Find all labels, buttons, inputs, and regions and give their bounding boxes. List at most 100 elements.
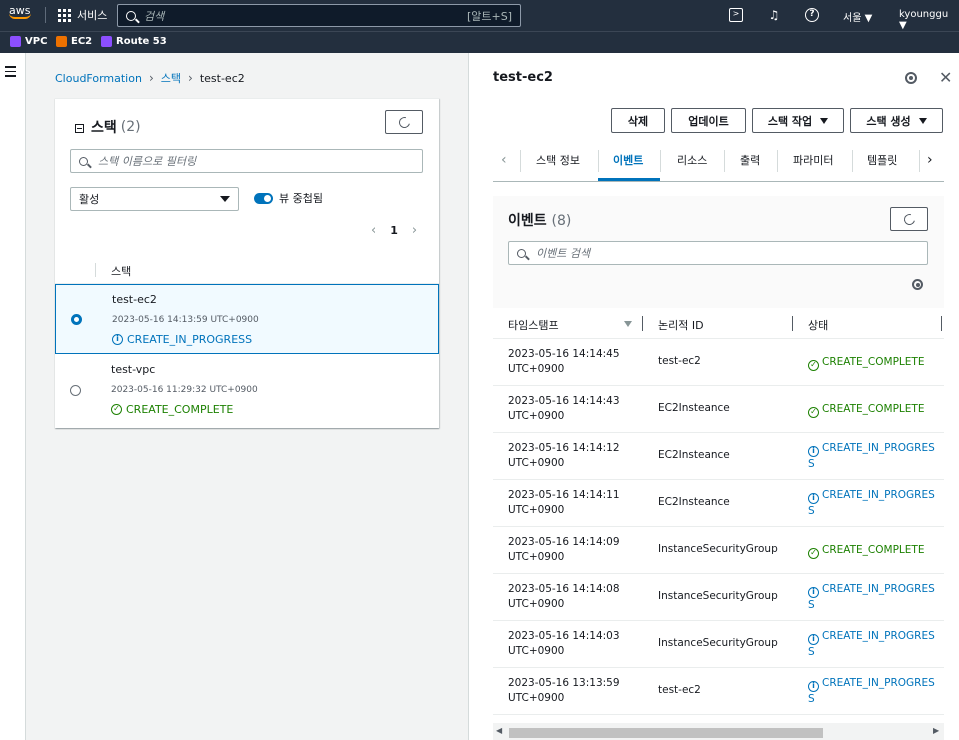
event-row: 2023-05-16 14:14:12 UTC+0900 EC2Insteance… xyxy=(493,433,944,480)
event-timestamp: 2023-05-16 14:14:03 UTC+0900 xyxy=(508,630,620,657)
favorite-vpc[interactable]: VPC xyxy=(10,36,47,47)
event-timestamp: 2023-05-16 14:14:43 UTC+0900 xyxy=(508,395,620,422)
table-settings-gear-icon[interactable] xyxy=(912,279,923,290)
cloudshell-icon[interactable]: > xyxy=(729,8,743,22)
help-icon[interactable]: ? xyxy=(805,8,819,22)
column-header-status[interactable]: 상태 xyxy=(808,317,828,333)
tab-parameters[interactable]: 파라미터 xyxy=(793,152,833,168)
stacks-panel: 스택 (2) 스택 이름으로 필터링 활성 뷰 중첩됨 ‹ 1 › 스택 tes… xyxy=(55,98,439,428)
collapse-icon[interactable] xyxy=(75,124,84,133)
event-row: 2023-05-16 14:14:08 UTC+0900 InstanceSecu… xyxy=(493,574,944,621)
event-row: 2023-05-16 14:14:45 UTC+0900 test-ec2 ✓ CR… xyxy=(493,339,944,386)
scrollbar-thumb[interactable] xyxy=(509,728,823,738)
stack-status: ✓ CREATE_COMPLETE xyxy=(111,403,233,416)
pagination: ‹ 1 › xyxy=(371,223,417,238)
nested-view-label: 뷰 중첩됨 xyxy=(279,192,323,205)
events-table-header: 타임스탬프 논리적 ID 상태 xyxy=(493,308,944,339)
stack-filter-input[interactable]: 스택 이름으로 필터링 xyxy=(70,149,423,173)
event-timestamp: 2023-05-16 14:14:45 UTC+0900 xyxy=(508,348,620,375)
info-status-icon: i xyxy=(808,587,819,598)
event-timestamp: 2023-05-16 14:14:09 UTC+0900 xyxy=(508,536,620,563)
event-status: i CREATE_IN_PROGRES S xyxy=(808,677,935,705)
tabs-scroll-left-icon[interactable]: ‹ xyxy=(501,152,507,168)
event-status: i CREATE_IN_PROGRES S xyxy=(808,489,935,517)
nested-view-toggle[interactable] xyxy=(254,192,273,204)
preferences-gear-icon[interactable] xyxy=(905,72,917,84)
page-number[interactable]: 1 xyxy=(390,224,398,237)
event-status: i CREATE_IN_PROGRES S xyxy=(808,583,935,611)
info-status-icon: i xyxy=(808,681,819,692)
stacks-table-header: 스택 xyxy=(55,256,439,284)
events-count: (8) xyxy=(551,213,572,229)
events-search-input[interactable]: 이벤트 검색 xyxy=(508,241,928,265)
event-row: 2023-05-16 14:14:09 UTC+0900 InstanceSecu… xyxy=(493,527,944,574)
breadcrumb-cloudformation[interactable]: CloudFormation xyxy=(55,72,142,85)
column-header-timestamp[interactable]: 타임스탬프 xyxy=(508,317,559,333)
tab-outputs[interactable]: 출력 xyxy=(740,152,760,168)
hamburger-menu-icon[interactable] xyxy=(5,66,16,80)
stack-status-select[interactable]: 활성 xyxy=(70,187,239,211)
region-selector[interactable]: 서울 ▼ xyxy=(843,9,872,24)
tabs-scroll-right-icon[interactable]: › xyxy=(927,152,933,168)
tab-resources[interactable]: 리소스 xyxy=(677,152,707,168)
caret-down-icon xyxy=(820,117,829,124)
chevron-right-icon: › xyxy=(188,71,193,85)
event-status: ✓ CREATE_COMPLETE xyxy=(808,355,938,371)
success-status-icon: ✓ xyxy=(808,360,819,371)
column-header-logical-id[interactable]: 논리적 ID xyxy=(658,317,704,333)
notifications-icon[interactable]: ♫ xyxy=(767,8,781,22)
status-select-value: 활성 xyxy=(79,193,100,206)
scroll-left-icon[interactable]: ◀ xyxy=(496,726,502,735)
filter-placeholder: 스택 이름으로 필터링 xyxy=(98,155,197,168)
stack-detail-title: test-ec2 xyxy=(493,70,553,85)
favorite-label: EC2 xyxy=(71,36,93,47)
events-table: 타임스탬프 논리적 ID 상태 2023-05-16 14:14:45 UTC+0… xyxy=(493,308,944,723)
favorites-bar: VPC EC2 Route 53 xyxy=(0,31,959,53)
sort-descending-icon[interactable] xyxy=(624,321,632,327)
search-icon xyxy=(79,156,88,166)
success-status-icon: ✓ xyxy=(111,404,122,415)
stack-radio-selected[interactable] xyxy=(71,314,82,325)
refresh-events-button[interactable] xyxy=(890,207,928,231)
stack-actions-button[interactable]: 스택 작업 xyxy=(752,108,844,133)
create-stack-button[interactable]: 스택 생성 xyxy=(850,108,943,133)
divider xyxy=(45,7,46,23)
event-logical-id: InstanceSecurityGroup xyxy=(658,590,778,602)
prev-page-icon[interactable]: ‹ xyxy=(371,223,376,238)
tab-template[interactable]: 템플릿 xyxy=(867,152,897,168)
tab-events[interactable]: 이벤트 xyxy=(613,152,643,168)
global-search-input[interactable]: 검색 [알트+S] xyxy=(117,4,521,27)
services-label: 서비스 xyxy=(77,9,108,22)
delete-button[interactable]: 삭제 xyxy=(611,108,665,133)
account-menu[interactable]: kyounggu ▼ xyxy=(899,9,959,31)
favorite-label: Route 53 xyxy=(116,36,167,47)
divider xyxy=(520,150,521,172)
services-menu-button[interactable]: 서비스 xyxy=(58,7,107,23)
stack-row-selected[interactable]: test-ec2 2023-05-16 14:13:59 UTC+0900 i … xyxy=(55,284,439,354)
breadcrumb-current: test-ec2 xyxy=(199,71,245,85)
horizontal-scrollbar[interactable]: ◀ ▶ xyxy=(493,725,944,738)
aws-logo[interactable]: aws xyxy=(9,5,35,25)
scroll-right-icon[interactable]: ▶ xyxy=(933,726,939,735)
event-logical-id: InstanceSecurityGroup xyxy=(658,637,778,649)
favorite-label: VPC xyxy=(25,36,48,47)
refresh-stacks-button[interactable] xyxy=(385,110,423,134)
event-logical-id: EC2Insteance xyxy=(658,496,730,508)
update-button[interactable]: 업데이트 xyxy=(671,108,746,133)
divider xyxy=(724,150,725,172)
info-status-icon: i xyxy=(808,634,819,645)
info-status-icon: i xyxy=(808,446,819,457)
stack-radio[interactable] xyxy=(70,385,81,396)
delete-label: 삭제 xyxy=(627,114,649,128)
tab-stack-info[interactable]: 스택 정보 xyxy=(536,152,580,168)
search-placeholder: 검색 xyxy=(144,9,165,23)
close-icon[interactable]: ✕ xyxy=(939,68,952,87)
stack-row[interactable]: test-vpc 2023-05-16 11:29:32 UTC+0900 ✓ … xyxy=(55,355,439,425)
stack-name: test-ec2 xyxy=(112,293,157,306)
grid-icon xyxy=(58,8,71,22)
favorite-route53[interactable]: Route 53 xyxy=(101,36,167,47)
breadcrumb-stacks[interactable]: 스택 xyxy=(161,70,181,86)
favorite-ec2[interactable]: EC2 xyxy=(56,36,92,47)
vpc-service-icon xyxy=(10,36,21,47)
next-page-icon[interactable]: › xyxy=(412,223,417,238)
